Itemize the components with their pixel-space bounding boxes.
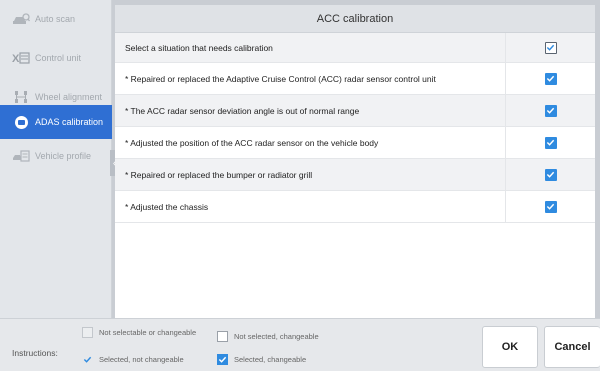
legend-selected-not-changeable: Selected, not changeable xyxy=(82,354,184,365)
svg-text:X: X xyxy=(12,53,20,65)
row-label: * Repaired or replaced the Adaptive Crui… xyxy=(125,73,436,84)
instructions-label: Instructions: xyxy=(12,348,58,358)
empty-checkbox-icon xyxy=(82,327,93,338)
row-label: * The ACC radar sensor deviation angle i… xyxy=(125,105,360,116)
select-all-checkbox[interactable] xyxy=(544,41,557,54)
table-header-row: Select a situation that needs calibratio… xyxy=(115,33,595,63)
sidebar-item-label: Vehicle profile xyxy=(35,151,92,161)
header-row-label: Select a situation that needs calibratio… xyxy=(125,42,273,53)
main-panel: ACC calibration Select a situation that … xyxy=(115,5,595,318)
sidebar-item-control-unit[interactable]: X Control unit xyxy=(0,41,112,75)
sidebar-item-label: Wheel alignment xyxy=(35,92,103,102)
car-scan-icon xyxy=(12,12,30,26)
sidebar-item-auto-scan[interactable]: Auto scan xyxy=(0,2,112,36)
sidebar: Auto scan X Control unit Wheel alignment… xyxy=(0,0,112,318)
ok-button[interactable]: OK xyxy=(482,326,538,368)
row-checkbox[interactable] xyxy=(544,104,557,117)
sidebar-item-label: Control unit xyxy=(35,53,82,63)
sidebar-item-label: Auto scan xyxy=(35,14,76,24)
row-label: * Adjusted the chassis xyxy=(125,201,209,212)
table-row[interactable]: * Repaired or replaced the bumper or rad… xyxy=(115,159,595,191)
bottom-bar: Instructions: Not selectable or changeab… xyxy=(0,318,600,371)
row-label: * Adjusted the position of the ACC radar… xyxy=(125,137,379,148)
legend-not-selectable: Not selectable or changeable xyxy=(82,327,202,338)
legend-not-selected-changeable: Not selected, changeable xyxy=(217,331,319,342)
row-label: * Repaired or replaced the bumper or rad… xyxy=(125,169,313,180)
wheel-alignment-icon xyxy=(12,90,30,104)
vehicle-profile-icon xyxy=(12,149,30,163)
sidebar-item-label: ADAS calibration xyxy=(35,117,104,127)
sidebar-item-adas-calibration[interactable]: ADAS calibration xyxy=(0,105,112,139)
row-checkbox[interactable] xyxy=(544,72,557,85)
legend-selected-changeable: Selected, changeable xyxy=(217,354,306,365)
table-row[interactable]: * The ACC radar sensor deviation angle i… xyxy=(115,95,595,127)
adas-icon xyxy=(12,115,30,129)
check-icon xyxy=(82,354,93,365)
table-row[interactable]: * Adjusted the position of the ACC radar… xyxy=(115,127,595,159)
row-checkbox[interactable] xyxy=(544,136,557,149)
control-unit-icon: X xyxy=(12,51,30,65)
table-row[interactable]: * Repaired or replaced the Adaptive Crui… xyxy=(115,63,595,95)
cancel-button[interactable]: Cancel xyxy=(544,326,600,368)
sidebar-item-vehicle-profile[interactable]: Vehicle profile xyxy=(0,139,112,173)
empty-checkbox-icon xyxy=(217,331,228,342)
checked-checkbox-icon xyxy=(217,354,228,365)
page-title: ACC calibration xyxy=(115,5,595,33)
row-checkbox[interactable] xyxy=(544,200,557,213)
table-row[interactable]: * Adjusted the chassis xyxy=(115,191,595,223)
row-checkbox[interactable] xyxy=(544,168,557,181)
